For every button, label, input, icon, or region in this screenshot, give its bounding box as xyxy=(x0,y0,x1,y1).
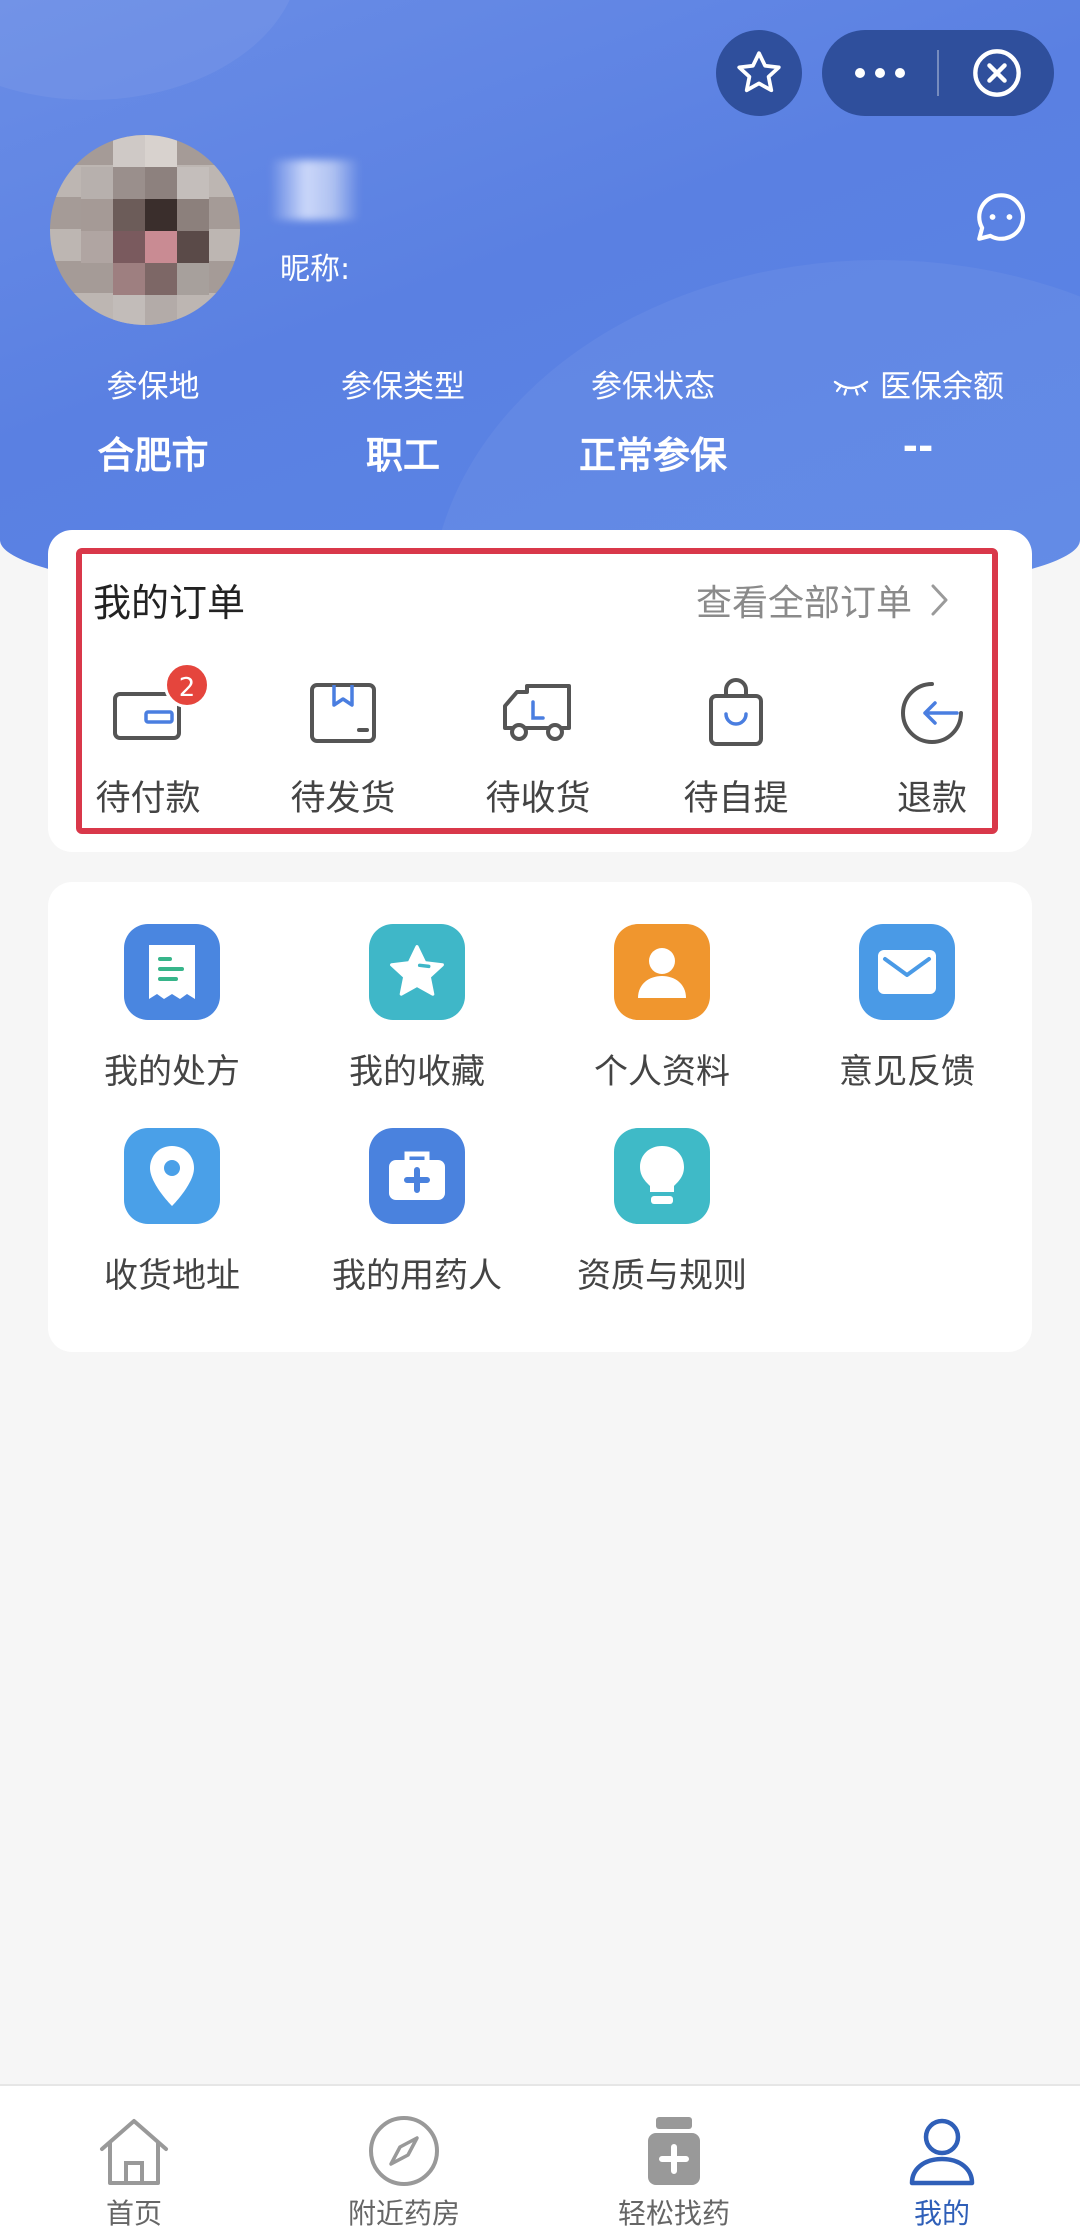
insurance-status: 参保状态 正常参保 xyxy=(579,369,727,477)
message-icon[interactable] xyxy=(972,188,1030,246)
balance-label: 医保余额 xyxy=(880,369,1004,405)
user-icon xyxy=(909,2118,975,2186)
tool-profile[interactable]: 个人资料 xyxy=(542,924,782,1093)
order-pending-shipment[interactable]: 待发货 xyxy=(263,672,423,821)
insurance-balance[interactable]: 医保余额 -- xyxy=(778,365,1058,468)
eye-closed-icon[interactable] xyxy=(832,376,870,398)
insurance-type: 参保类型 职工 xyxy=(341,369,465,477)
order-refund[interactable]: 退款 xyxy=(852,672,1012,821)
chevron-right-icon xyxy=(931,584,948,616)
orders-title: 我的订单 xyxy=(93,581,246,625)
location-icon xyxy=(150,1146,194,1206)
balance-value: -- xyxy=(902,425,934,468)
box-icon xyxy=(310,683,376,743)
tool-feedback[interactable]: 意见反馈 xyxy=(787,924,1027,1093)
tool-shipping-address[interactable]: 收货地址 xyxy=(52,1128,292,1297)
home-icon xyxy=(100,2119,168,2185)
tab-mine[interactable]: 我的 xyxy=(842,2114,1042,2232)
medkit-icon xyxy=(389,1151,445,1200)
avatar[interactable] xyxy=(50,135,240,325)
order-pending-receipt[interactable]: 待收货 xyxy=(458,672,618,821)
order-pending-payment[interactable]: 2 待付款 xyxy=(68,662,228,821)
insurance-info-row: 参保地 合肥市 参保类型 职工 参保状态 正常参保 医保余额 -- xyxy=(0,365,1080,477)
tool-medication-users[interactable]: 我的用药人 xyxy=(297,1128,537,1297)
truck-icon xyxy=(503,684,571,741)
insurance-location: 参保地 合肥市 xyxy=(97,369,209,477)
prescription-icon xyxy=(149,945,195,999)
tool-qualifications-rules[interactable]: 资质与规则 xyxy=(542,1128,782,1297)
person-icon xyxy=(638,948,686,998)
star-icon xyxy=(737,51,781,93)
tool-my-prescriptions[interactable]: 我的处方 xyxy=(52,924,292,1093)
compass-icon xyxy=(369,2116,439,2186)
medicine-bottle-icon xyxy=(648,2117,700,2185)
tab-find-medicine[interactable]: 轻松找药 xyxy=(574,2114,774,2232)
pending-payment-badge: 2 xyxy=(164,662,210,708)
header-decoration xyxy=(0,0,300,100)
bulb-icon xyxy=(640,1146,684,1204)
bag-icon xyxy=(709,678,763,746)
tool-my-favorites[interactable]: 我的收藏 xyxy=(297,924,537,1093)
more-menu-button[interactable] xyxy=(822,30,937,116)
order-pending-pickup[interactable]: 待自提 xyxy=(656,672,816,821)
tab-nearby-pharmacy[interactable]: 附近药房 xyxy=(304,2114,504,2232)
close-circle-icon xyxy=(972,49,1021,97)
tab-home[interactable]: 首页 xyxy=(34,2114,234,2232)
miniprogram-capsule xyxy=(822,30,1054,116)
bottom-tab-bar: 首页 附近药房 轻松找药 我的 xyxy=(0,2084,1080,2240)
star-icon xyxy=(390,945,444,996)
nickname-blurred xyxy=(270,160,360,220)
refund-icon xyxy=(901,682,963,744)
mail-icon xyxy=(878,950,936,994)
favorite-star-button[interactable] xyxy=(716,30,802,116)
close-button[interactable] xyxy=(939,30,1054,116)
nickname-label: 昵称: xyxy=(280,252,351,287)
view-all-orders-link[interactable]: 查看全部订单 xyxy=(696,574,950,626)
